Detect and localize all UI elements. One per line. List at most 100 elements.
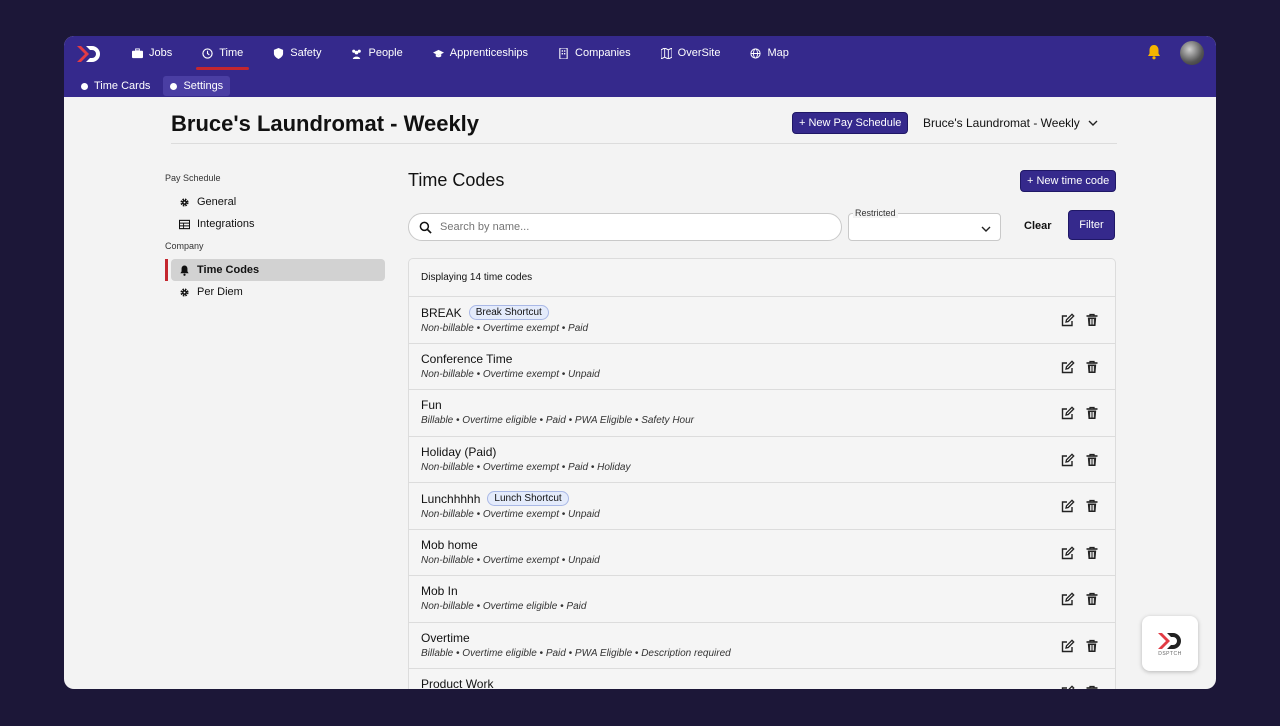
sidebar-item-time-codes[interactable]: Time Codes	[165, 259, 385, 281]
restricted-select[interactable]: Restricted	[848, 208, 1001, 241]
trash-icon[interactable]	[1085, 592, 1099, 606]
trash-icon[interactable]	[1085, 685, 1099, 689]
trash-icon[interactable]	[1085, 639, 1099, 653]
list-item[interactable]: Product Work	[409, 669, 1115, 689]
list-item[interactable]: Conference Time Non-billable • Overtime …	[409, 344, 1115, 390]
list-item[interactable]: Mob home Non-billable • Overtime exempt …	[409, 530, 1115, 576]
time-code-meta: Non-billable • Overtime eligible • Paid	[421, 601, 587, 612]
row-name-line: BREAK Break Shortcut	[421, 305, 1103, 320]
sub-nav: Time Cards Settings	[74, 76, 231, 96]
trash-icon[interactable]	[1085, 453, 1099, 467]
nav-label: OverSite	[677, 47, 721, 59]
chevron-down-icon	[1088, 120, 1098, 126]
people-icon	[352, 49, 362, 59]
trash-icon[interactable]	[1085, 360, 1099, 374]
dot-icon	[170, 82, 178, 90]
sidebar-item-general[interactable]: General	[165, 191, 385, 213]
row-actions	[1061, 452, 1099, 467]
time-code-name: Fun	[421, 398, 442, 412]
nav-label: Apprenticeships	[449, 47, 529, 59]
time-code-name: Holiday (Paid)	[421, 444, 497, 459]
page-title: Bruce's Laundromat - Weekly	[171, 111, 480, 136]
top-nav-bar: Jobs Time Safety People Apprenticeships …	[64, 36, 1216, 97]
dsptch-help-widget[interactable]: DSPTCH	[1142, 616, 1198, 671]
trash-icon[interactable]	[1085, 546, 1099, 560]
list-item[interactable]: Lunchhhhh Lunch Shortcut Non-billable • …	[409, 483, 1115, 530]
sidebar-item-label: Per Diem	[197, 286, 243, 298]
nav-item-jobs[interactable]: Jobs	[132, 36, 172, 70]
row-actions	[1061, 685, 1099, 689]
nav-item-map[interactable]: Map	[750, 36, 789, 70]
time-code-meta: Non-billable • Overtime exempt • Paid	[421, 323, 589, 334]
pay-schedule-select[interactable]: Bruce's Laundromat - Weekly	[923, 116, 1098, 130]
edit-icon[interactable]	[1061, 359, 1075, 374]
shield-icon	[274, 47, 284, 59]
nav-item-oversite[interactable]: OverSite	[660, 36, 721, 70]
time-code-name: Conference Time	[421, 351, 513, 366]
subnav-label: Time Cards	[94, 80, 151, 92]
row-name-line: Mob In	[421, 584, 1103, 598]
list-item[interactable]: Mob In Non-billable • Overtime eligible …	[409, 576, 1115, 623]
row-name-line: Conference Time	[421, 352, 1103, 366]
sidebar-item-label: Integrations	[197, 218, 255, 230]
map-fold-icon	[660, 47, 672, 59]
sidebar-item-integrations[interactable]: Integrations	[165, 213, 385, 235]
nav-item-safety[interactable]: Safety	[273, 36, 321, 70]
edit-icon[interactable]	[1061, 499, 1075, 513]
gear-icon	[180, 197, 189, 207]
row-name-line: Holiday (Paid)	[421, 445, 1103, 459]
time-code-meta: Billable • Overtime eligible • Paid • PW…	[421, 415, 695, 426]
globe-icon	[750, 47, 762, 59]
time-code-name: Overtime	[421, 630, 470, 645]
clear-button[interactable]: Clear	[1024, 220, 1052, 232]
app-logo[interactable]	[76, 44, 102, 64]
list-item[interactable]: Overtime Billable • Overtime eligible • …	[409, 623, 1115, 669]
table-icon	[179, 219, 190, 229]
sidebar-item-label: General	[197, 196, 237, 208]
row-name-line: Product Work	[421, 677, 1103, 689]
nav-label: Jobs	[149, 47, 173, 59]
edit-icon[interactable]	[1061, 545, 1075, 560]
nav-item-companies[interactable]: Companies	[558, 36, 631, 70]
trash-icon[interactable]	[1085, 406, 1099, 420]
edit-icon[interactable]	[1061, 452, 1075, 467]
nav-item-apprenticeships[interactable]: Apprenticeships	[432, 36, 529, 70]
row-actions	[1061, 313, 1099, 327]
new-pay-schedule-button[interactable]: + New Pay Schedule	[792, 112, 909, 134]
list-item[interactable]: BREAK Break Shortcut Non-billable • Over…	[409, 297, 1115, 344]
search-input[interactable]	[440, 221, 820, 233]
edit-icon[interactable]	[1061, 592, 1075, 606]
edit-icon[interactable]	[1061, 638, 1075, 653]
list-item[interactable]: Fun Billable • Overtime eligible • Paid …	[409, 390, 1115, 437]
row-actions	[1061, 638, 1099, 653]
nav-label: Safety	[290, 47, 322, 59]
user-avatar[interactable]	[1180, 41, 1204, 65]
app-logo	[1158, 632, 1181, 649]
time-code-name: Product Work	[421, 677, 494, 689]
chevron-down-icon	[981, 226, 991, 232]
trash-icon[interactable]	[1085, 499, 1099, 513]
time-code-meta: Non-billable • Overtime exempt • Paid • …	[421, 461, 631, 473]
list-item[interactable]: Holiday (Paid) Non-billable • Overtime e…	[409, 437, 1115, 483]
trash-icon[interactable]	[1085, 313, 1099, 327]
gear-icon	[180, 287, 189, 297]
nav-label: Map	[767, 47, 789, 59]
filter-button[interactable]: Filter	[1068, 210, 1115, 240]
shortcut-badge: Break Shortcut	[468, 305, 549, 320]
notification-bell-icon[interactable]	[1146, 44, 1162, 60]
subnav-item-settings[interactable]: Settings	[163, 76, 231, 96]
nav-item-people[interactable]: People	[351, 36, 403, 70]
row-name-line: Overtime	[421, 631, 1103, 645]
edit-icon[interactable]	[1061, 685, 1075, 689]
time-code-name: BREAK	[421, 305, 462, 320]
time-code-meta: Non-billable • Overtime exempt • Unpaid	[421, 509, 600, 520]
row-actions	[1061, 359, 1099, 374]
subnav-item-time-cards[interactable]: Time Cards	[74, 76, 157, 96]
edit-icon[interactable]	[1061, 313, 1075, 327]
list-count: Displaying 14 time codes	[409, 259, 1115, 297]
new-time-code-button[interactable]: + New time code	[1020, 170, 1117, 192]
sidebar-item-per-diem[interactable]: Per Diem	[165, 281, 385, 303]
edit-icon[interactable]	[1061, 406, 1075, 420]
nav-item-time[interactable]: Time	[196, 36, 250, 70]
time-code-name: Mob In	[421, 584, 458, 598]
